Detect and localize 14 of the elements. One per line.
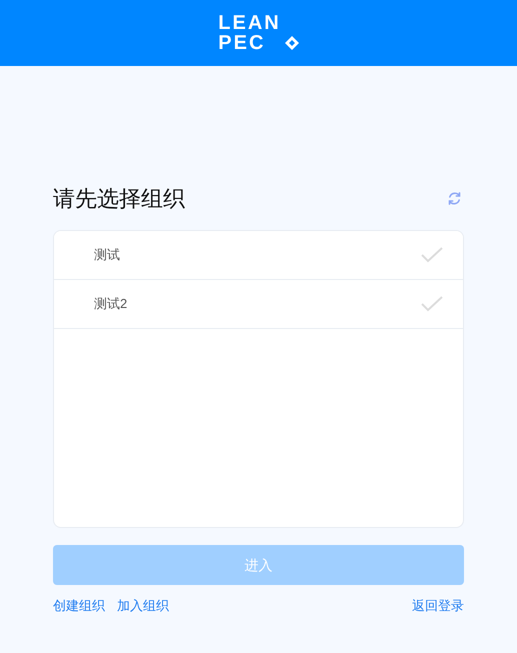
check-icon: [421, 247, 443, 263]
check-icon: [421, 296, 443, 312]
logo-text: PEC: [218, 33, 266, 53]
refresh-icon: [446, 191, 462, 206]
link[interactable]: 创建组织: [53, 596, 105, 616]
refresh-button[interactable]: [446, 190, 462, 206]
page-title: 请先选择组织: [53, 185, 185, 213]
organization-name: 测试2: [94, 295, 128, 314]
link[interactable]: 加入组织: [117, 596, 169, 616]
organization-name: 测试: [94, 246, 120, 264]
organization-item[interactable]: 测试: [54, 231, 463, 280]
logo-diamond-icon: [284, 36, 299, 50]
logo-text: LEAN: [218, 13, 281, 33]
back-to-login-link[interactable]: 返回登录: [412, 596, 464, 616]
